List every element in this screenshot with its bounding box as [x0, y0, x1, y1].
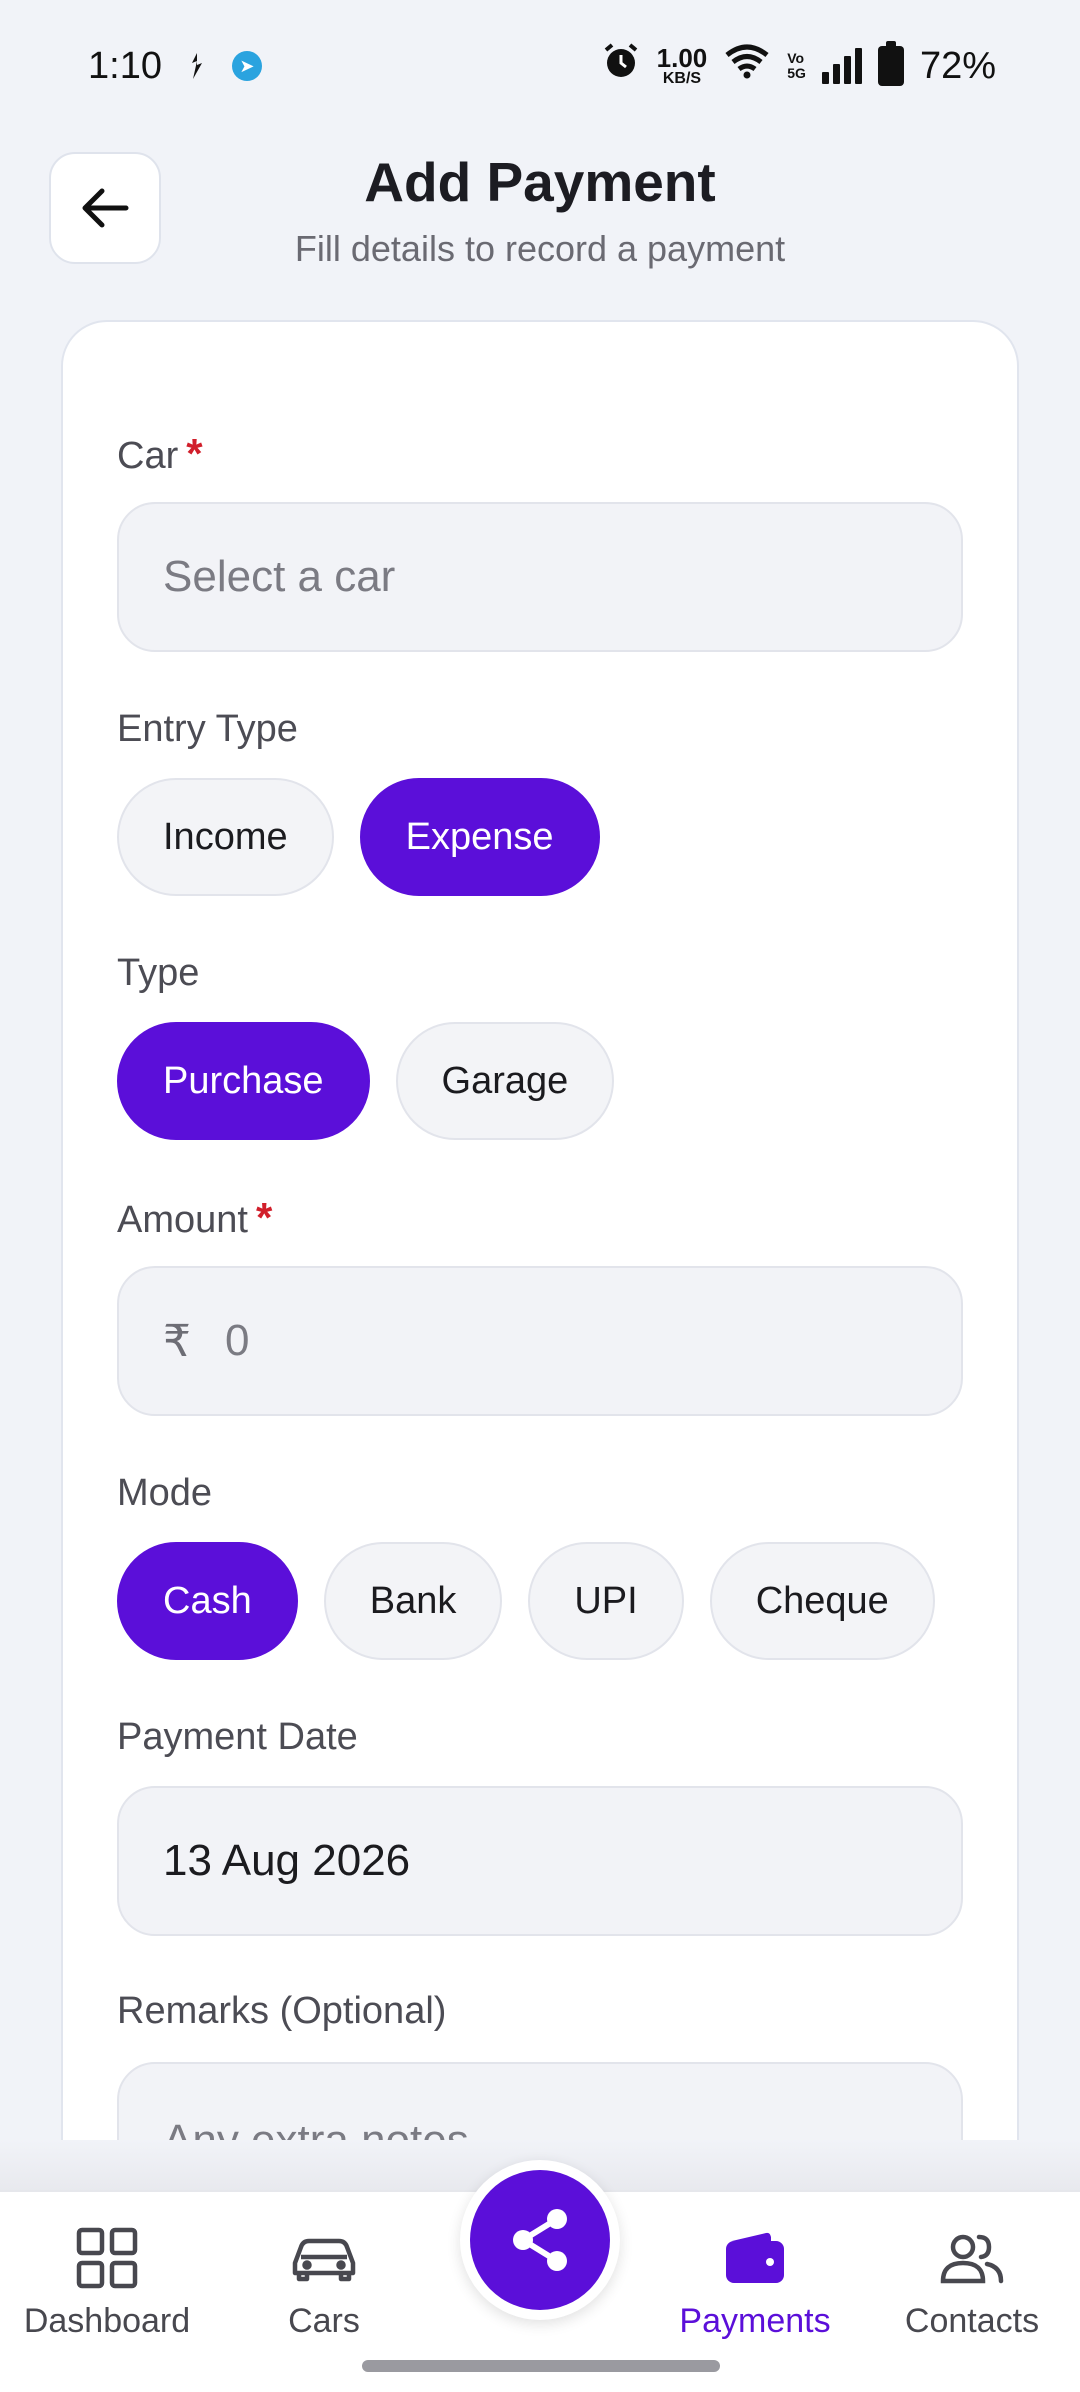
- rupee-icon: ₹: [163, 1316, 191, 1366]
- nav-contacts-label: Contacts: [904, 2302, 1040, 2340]
- car-select[interactable]: Select a car: [117, 502, 963, 652]
- wifi-icon: [723, 43, 771, 89]
- battery-icon: [877, 41, 904, 86]
- entry-type-income-chip[interactable]: Income: [117, 778, 334, 896]
- status-bar: 1:10 ➤ 1.00 KB/S Vo 5G 72%: [0, 0, 1080, 132]
- users-icon: [939, 2222, 1005, 2294]
- type-options: Purchase Garage: [117, 1022, 615, 1140]
- page-subtitle: Fill details to record a payment: [294, 228, 786, 269]
- car-select-placeholder: Select a car: [163, 552, 396, 601]
- mode-cash-chip[interactable]: Cash: [117, 1542, 298, 1660]
- share-icon: [513, 2209, 567, 2271]
- payment-date-value: 13 Aug 2026: [163, 1836, 411, 1885]
- payment-date-label: Payment Date: [117, 1716, 358, 1758]
- nav-payments-label: Payments: [679, 2302, 831, 2340]
- mode-upi-chip[interactable]: UPI: [528, 1542, 684, 1660]
- nav-dashboard-label: Dashboard: [23, 2302, 191, 2340]
- volte-icon: Vo 5G: [787, 50, 806, 81]
- nav-cars-label: Cars: [288, 2302, 360, 2340]
- car-label: Car *: [117, 430, 203, 477]
- signal-icon: [821, 48, 862, 84]
- nav-contacts[interactable]: Contacts: [872, 2222, 1072, 2341]
- mode-label: Mode: [117, 1472, 213, 1514]
- required-mark: *: [255, 1194, 273, 1241]
- status-time: 1:10: [88, 44, 162, 87]
- home-indicator[interactable]: [362, 2360, 720, 2372]
- share-fab[interactable]: [460, 2160, 620, 2320]
- type-garage-chip[interactable]: Garage: [395, 1022, 615, 1140]
- nav-dashboard[interactable]: Dashboard: [7, 2222, 207, 2341]
- grid-icon: [76, 2222, 138, 2294]
- mode-cheque-chip[interactable]: Cheque: [709, 1542, 935, 1660]
- alarm-icon: [601, 41, 641, 91]
- type-purchase-chip[interactable]: Purchase: [117, 1022, 370, 1140]
- notification-app-icon: [184, 51, 210, 81]
- mode-options: Cash Bank UPI Cheque: [117, 1542, 935, 1660]
- amount-placeholder: 0: [225, 1316, 250, 1365]
- telegram-icon: ➤: [231, 51, 262, 81]
- entry-type-expense-chip[interactable]: Expense: [359, 778, 600, 896]
- battery-percent: 72%: [919, 44, 996, 87]
- required-mark: *: [186, 430, 203, 477]
- amount-input[interactable]: ₹ 0: [117, 1266, 963, 1416]
- nav-cars[interactable]: Cars: [224, 2222, 424, 2341]
- nav-payments[interactable]: Payments: [655, 2222, 855, 2341]
- entry-type-options: Income Expense: [117, 778, 600, 896]
- amount-label: Amount *: [117, 1194, 273, 1241]
- payment-date-field[interactable]: 13 Aug 2026: [117, 1786, 963, 1936]
- type-label: Type: [117, 952, 200, 994]
- network-speed: 1.00 KB/S: [656, 43, 708, 87]
- car-icon: [291, 2222, 357, 2294]
- mode-bank-chip[interactable]: Bank: [323, 1542, 503, 1660]
- entry-type-label: Entry Type: [117, 708, 298, 750]
- page-title: Add Payment: [364, 151, 716, 213]
- remarks-label: Remarks (Optional): [117, 1990, 447, 2032]
- wallet-icon: [724, 2222, 786, 2294]
